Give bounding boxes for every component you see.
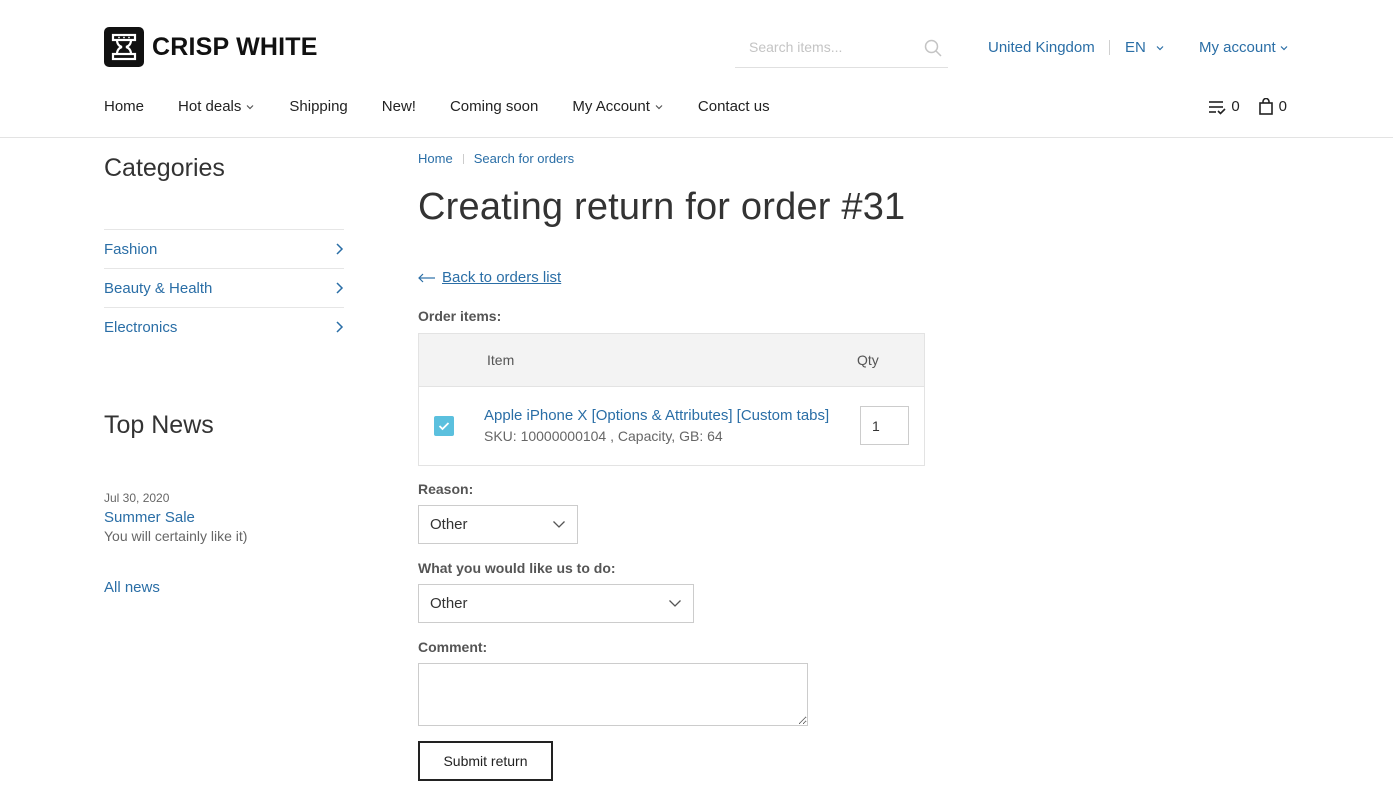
- category-item-electronics[interactable]: Electronics: [104, 307, 344, 346]
- nav-label: Coming soon: [449, 98, 539, 115]
- chevron-down-icon: [246, 104, 254, 109]
- compare-list-icon: [1209, 100, 1226, 115]
- chevron-down-icon: [553, 521, 565, 528]
- nav-item-new[interactable]: New!: [382, 98, 416, 115]
- back-link-label: Back to orders list: [442, 269, 562, 286]
- all-news-link[interactable]: All news: [104, 579, 160, 596]
- submit-return-button[interactable]: Submit return: [418, 741, 553, 781]
- column-header-item: Item: [487, 352, 515, 368]
- breadcrumb-home[interactable]: Home: [418, 151, 453, 166]
- nav-item-coming-soon[interactable]: Coming soon: [450, 98, 538, 115]
- header-divider: [0, 137, 1393, 138]
- nav-label: Shipping: [289, 98, 348, 115]
- breadcrumb: Home Search for orders: [418, 151, 574, 166]
- quantity-input[interactable]: [860, 406, 909, 445]
- logo-mark-icon: [104, 27, 144, 67]
- nav-label: Contact us: [697, 98, 770, 115]
- breadcrumb-search-orders[interactable]: Search for orders: [474, 151, 574, 166]
- news-title-link[interactable]: Summer Sale: [104, 509, 195, 526]
- chevron-down-icon: [1280, 45, 1288, 50]
- category-label: Beauty & Health: [104, 279, 213, 297]
- nav-label: My Account: [572, 98, 650, 115]
- logo[interactable]: CRISP WHITE: [104, 27, 318, 67]
- comment-textarea[interactable]: [418, 663, 808, 726]
- back-to-orders-link[interactable]: Back to orders list: [418, 269, 561, 286]
- checkmark-icon: [438, 422, 450, 431]
- nav-item-my-account[interactable]: My Account: [572, 98, 664, 115]
- nav-item-shipping[interactable]: Shipping: [289, 98, 347, 115]
- action-label: What you would like us to do:: [418, 560, 616, 576]
- cart-count: 0: [1278, 98, 1287, 115]
- main-nav: Home Hot deals Shipping New! Coming soon…: [104, 98, 804, 115]
- chevron-right-icon: [336, 282, 344, 294]
- nav-item-contact-us[interactable]: Contact us: [698, 98, 770, 115]
- item-checkbox[interactable]: [434, 416, 454, 436]
- category-list: Fashion Beauty & Health Electronics: [104, 229, 344, 346]
- top-news-title: Top News: [104, 411, 214, 439]
- nav-item-home[interactable]: Home: [104, 98, 144, 115]
- reason-selected-value: Other: [430, 516, 468, 533]
- account-label: My account: [1199, 39, 1276, 56]
- action-select[interactable]: Other: [418, 584, 694, 623]
- divider: [1109, 40, 1110, 55]
- product-details: SKU: 10000000104 , Capacity, GB: 64: [484, 428, 723, 444]
- reason-select[interactable]: Other: [418, 505, 578, 544]
- nav-label: New!: [381, 98, 416, 115]
- cart-button[interactable]: 0: [1258, 98, 1287, 115]
- category-label: Fashion: [104, 240, 158, 258]
- action-selected-value: Other: [430, 595, 468, 612]
- search-icon[interactable]: [924, 39, 942, 62]
- account-menu[interactable]: My account: [1199, 39, 1289, 56]
- chevron-down-icon: [669, 600, 681, 607]
- product-link[interactable]: Apple iPhone X [Options & Attributes] [C…: [484, 407, 829, 424]
- chevron-right-icon: [336, 321, 344, 333]
- language-label: EN: [1125, 39, 1146, 56]
- search-input[interactable]: [735, 30, 915, 64]
- nav-label: Home: [104, 98, 145, 115]
- compare-list-button[interactable]: 0: [1208, 98, 1240, 115]
- country-selector[interactable]: United Kingdom: [988, 39, 1095, 56]
- chevron-right-icon: [336, 243, 344, 255]
- chevron-down-icon: [655, 104, 663, 109]
- logo-text: CRISP WHITE: [152, 32, 318, 61]
- category-item-beauty-health[interactable]: Beauty & Health: [104, 268, 344, 307]
- categories-title: Categories: [104, 154, 225, 182]
- breadcrumb-separator: [462, 153, 464, 164]
- compare-count: 0: [1231, 98, 1240, 115]
- news-date: Jul 30, 2020: [104, 491, 170, 505]
- news-excerpt: You will certainly like it): [104, 528, 248, 544]
- order-items-label: Order items:: [418, 308, 502, 324]
- page-title: Creating return for order #31: [418, 186, 906, 228]
- search-box: [735, 30, 948, 68]
- order-items-table: Item Qty Apple iPhone X [Options & Attri…: [418, 333, 925, 466]
- shopping-bag-icon: [1258, 98, 1273, 115]
- category-item-fashion[interactable]: Fashion: [104, 229, 344, 268]
- nav-item-hot-deals[interactable]: Hot deals: [178, 98, 255, 115]
- chevron-down-icon: [1156, 45, 1164, 50]
- nav-label: Hot deals: [178, 98, 242, 115]
- table-header: Item Qty: [419, 334, 924, 387]
- comment-label: Comment:: [418, 639, 488, 655]
- country-label: United Kingdom: [988, 39, 1095, 56]
- reason-label: Reason:: [418, 481, 474, 497]
- header-counters: 0 0: [1190, 98, 1287, 115]
- language-selector[interactable]: EN: [1125, 39, 1165, 56]
- category-label: Electronics: [104, 318, 178, 336]
- table-row: Apple iPhone X [Options & Attributes] [C…: [419, 387, 924, 466]
- column-header-qty: Qty: [857, 352, 879, 368]
- arrow-left-icon: [418, 273, 435, 282]
